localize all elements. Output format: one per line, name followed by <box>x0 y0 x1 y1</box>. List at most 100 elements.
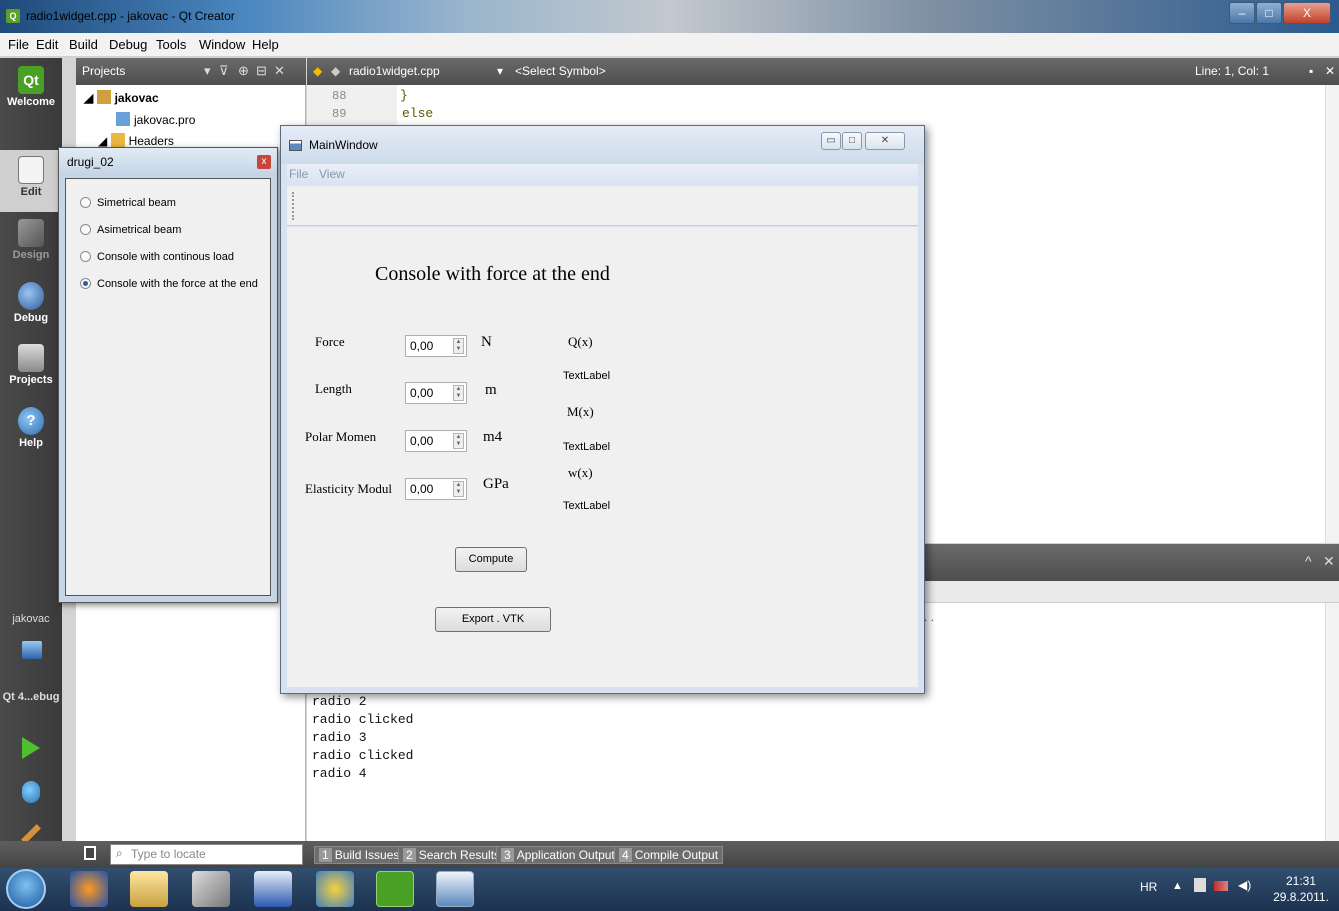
network-icon[interactable] <box>1194 878 1206 892</box>
word-icon[interactable] <box>254 871 292 907</box>
radio-simetrical-beam[interactable]: Simetrical beam <box>80 197 176 209</box>
menu-tools[interactable]: Tools <box>156 37 186 52</box>
link-icon[interactable]: ⊕ <box>238 63 249 79</box>
menu-debug[interactable]: Debug <box>109 37 147 52</box>
projects-view-selector[interactable]: Projects <box>82 64 125 78</box>
minimize-button[interactable]: ▭ <box>821 132 841 150</box>
mainwindow-title-bar[interactable]: MainWindow ▭ □ ✕ <box>281 126 924 164</box>
menu-file[interactable]: File <box>289 167 308 181</box>
back-arrow-icon[interactable]: ◆ <box>313 64 322 78</box>
start-button[interactable] <box>6 869 46 909</box>
mode-help[interactable]: ? Help <box>0 401 62 463</box>
menu-file[interactable]: File <box>8 37 29 52</box>
radio-console-continous-load[interactable]: Console with continous load <box>80 251 234 263</box>
volume-icon[interactable]: ◀) <box>1238 878 1251 892</box>
output-line: radio 3 <box>312 730 367 745</box>
debug-run-icon[interactable] <box>22 781 40 803</box>
spin-arrows-icon[interactable]: ▲ ▼ <box>453 385 464 401</box>
spin-arrows-icon[interactable]: ▲ ▼ <box>453 481 464 497</box>
maximize-button[interactable]: □ <box>842 132 862 150</box>
toggle-sidebar-icon[interactable] <box>84 846 96 860</box>
chevron-up-icon[interactable]: ^ <box>1305 553 1312 569</box>
menu-help[interactable]: Help <box>252 37 279 52</box>
spin-arrows-icon[interactable]: ▲ ▼ <box>453 338 464 354</box>
mode-label: Projects <box>9 374 53 386</box>
drugi-body: Simetrical beam Asimetrical beam Console… <box>65 178 271 596</box>
editor-scrollbar[interactable] <box>1325 85 1339 543</box>
tree-item-project[interactable]: ◢ jakovac <box>84 90 159 105</box>
spin-arrows-icon[interactable]: ▲ ▼ <box>453 433 464 449</box>
clock-date: 29.8.2011. <box>1273 890 1329 904</box>
close-icon[interactable]: ✕ <box>274 63 285 79</box>
tab-build-issues[interactable]: 1 Build Issues <box>314 846 405 864</box>
window-title: radio1widget.cpp - jakovac - Qt Creator <box>26 9 235 23</box>
qt-logo-icon: Qt <box>18 66 44 94</box>
split-icon[interactable]: ▪ <box>1309 64 1313 78</box>
window-icon <box>289 140 302 151</box>
monitor-icon[interactable] <box>22 641 42 659</box>
mode-welcome[interactable]: Qt Welcome <box>0 60 62 122</box>
minimize-button[interactable]: – <box>1229 2 1255 24</box>
menu-build[interactable]: Build <box>69 37 98 52</box>
tray-expand-icon[interactable]: ▲ <box>1172 880 1183 892</box>
tree-item-headers[interactable]: ◢ Headers <box>98 133 174 148</box>
symbol-selector[interactable]: <Select Symbol> <box>515 64 606 78</box>
drugi-title-bar[interactable]: drugi_02 x <box>59 148 277 176</box>
paint-icon[interactable] <box>316 871 354 907</box>
locator-input[interactable]: Type to locate <box>110 844 303 865</box>
open-file-selector[interactable]: radio1widget.cpp <box>349 64 440 78</box>
split-icon[interactable]: ⊟ <box>256 63 267 79</box>
target-project-label[interactable]: jakovac <box>0 613 62 625</box>
run-icon[interactable] <box>22 737 40 759</box>
maximize-button[interactable]: □ <box>1256 2 1282 24</box>
language-indicator[interactable]: HR <box>1140 880 1157 894</box>
close-icon[interactable]: ✕ <box>1323 553 1335 570</box>
tab-compile-output[interactable]: 4 Compile Output <box>614 846 724 864</box>
help-icon: ? <box>18 407 44 435</box>
close-button[interactable]: X <box>1283 2 1331 24</box>
force-spinbox[interactable]: 0,00 ▲ ▼ <box>405 335 467 357</box>
chevron-down-icon[interactable]: ▾ <box>204 63 211 79</box>
central-widget: Console with force at the end Force 0,00… <box>287 227 918 687</box>
output-scrollbar[interactable] <box>1325 603 1339 841</box>
editor-toolbar: ◆ ◆ radio1widget.cpp ▾ <Select Symbol> L… <box>307 58 1339 85</box>
menu-edit[interactable]: Edit <box>36 37 58 52</box>
menu-view[interactable]: View <box>319 167 345 181</box>
mode-label: Edit <box>20 186 42 198</box>
winamp-icon[interactable] <box>192 871 230 907</box>
mode-edit[interactable]: Edit <box>0 150 62 212</box>
radio-console-force-end[interactable]: Console with the force at the end <box>80 278 258 290</box>
length-spinbox[interactable]: 0,00 ▲ ▼ <box>405 382 467 404</box>
chevron-down-icon[interactable]: ▾ <box>497 64 503 78</box>
projects-header: Projects ▾ ⊽ ⊕ ⊟ ✕ <box>76 58 306 85</box>
mode-debug[interactable]: Debug <box>0 276 62 338</box>
filter-icon[interactable]: ⊽ <box>219 63 229 79</box>
mode-design[interactable]: Design <box>0 213 62 275</box>
cursor-position[interactable]: Line: 1, Col: 1 <box>1195 64 1269 78</box>
signal-icon[interactable] <box>1214 881 1228 891</box>
tab-application-output[interactable]: 3 Application Output <box>496 846 620 864</box>
mainwindow-toolbar <box>287 186 918 226</box>
firefox-icon[interactable] <box>70 871 108 907</box>
tree-item-profile[interactable]: jakovac.pro <box>116 112 195 127</box>
forward-arrow-icon[interactable]: ◆ <box>331 64 340 78</box>
close-icon[interactable]: x <box>257 155 271 169</box>
menu-window[interactable]: Window <box>199 37 245 52</box>
close-icon[interactable]: ✕ <box>1325 64 1335 78</box>
tab-search-results[interactable]: 2 Search Results <box>398 846 506 864</box>
elasticity-modul-spinbox[interactable]: 0,00 ▲ ▼ <box>405 478 467 500</box>
clock[interactable]: 21:31 29.8.2011. <box>1266 873 1336 905</box>
compute-button[interactable]: Compute <box>455 547 527 572</box>
mainwindow-taskbar-icon[interactable] <box>436 871 474 907</box>
toolbar-grip[interactable] <box>292 192 294 220</box>
qt-creator-taskbar-icon[interactable] <box>376 871 414 907</box>
debug-icon <box>18 282 44 310</box>
export-vtk-button[interactable]: Export . VTK <box>435 607 551 632</box>
radio-asimetrical-beam[interactable]: Asimetrical beam <box>80 224 181 236</box>
close-button[interactable]: ✕ <box>865 132 905 150</box>
polar-momen-spinbox[interactable]: 0,00 ▲ ▼ <box>405 430 467 452</box>
mode-label: Help <box>19 437 43 449</box>
file-explorer-icon[interactable] <box>130 871 168 907</box>
mode-projects[interactable]: Projects <box>0 338 62 400</box>
output-line: radio clicked <box>312 748 414 763</box>
